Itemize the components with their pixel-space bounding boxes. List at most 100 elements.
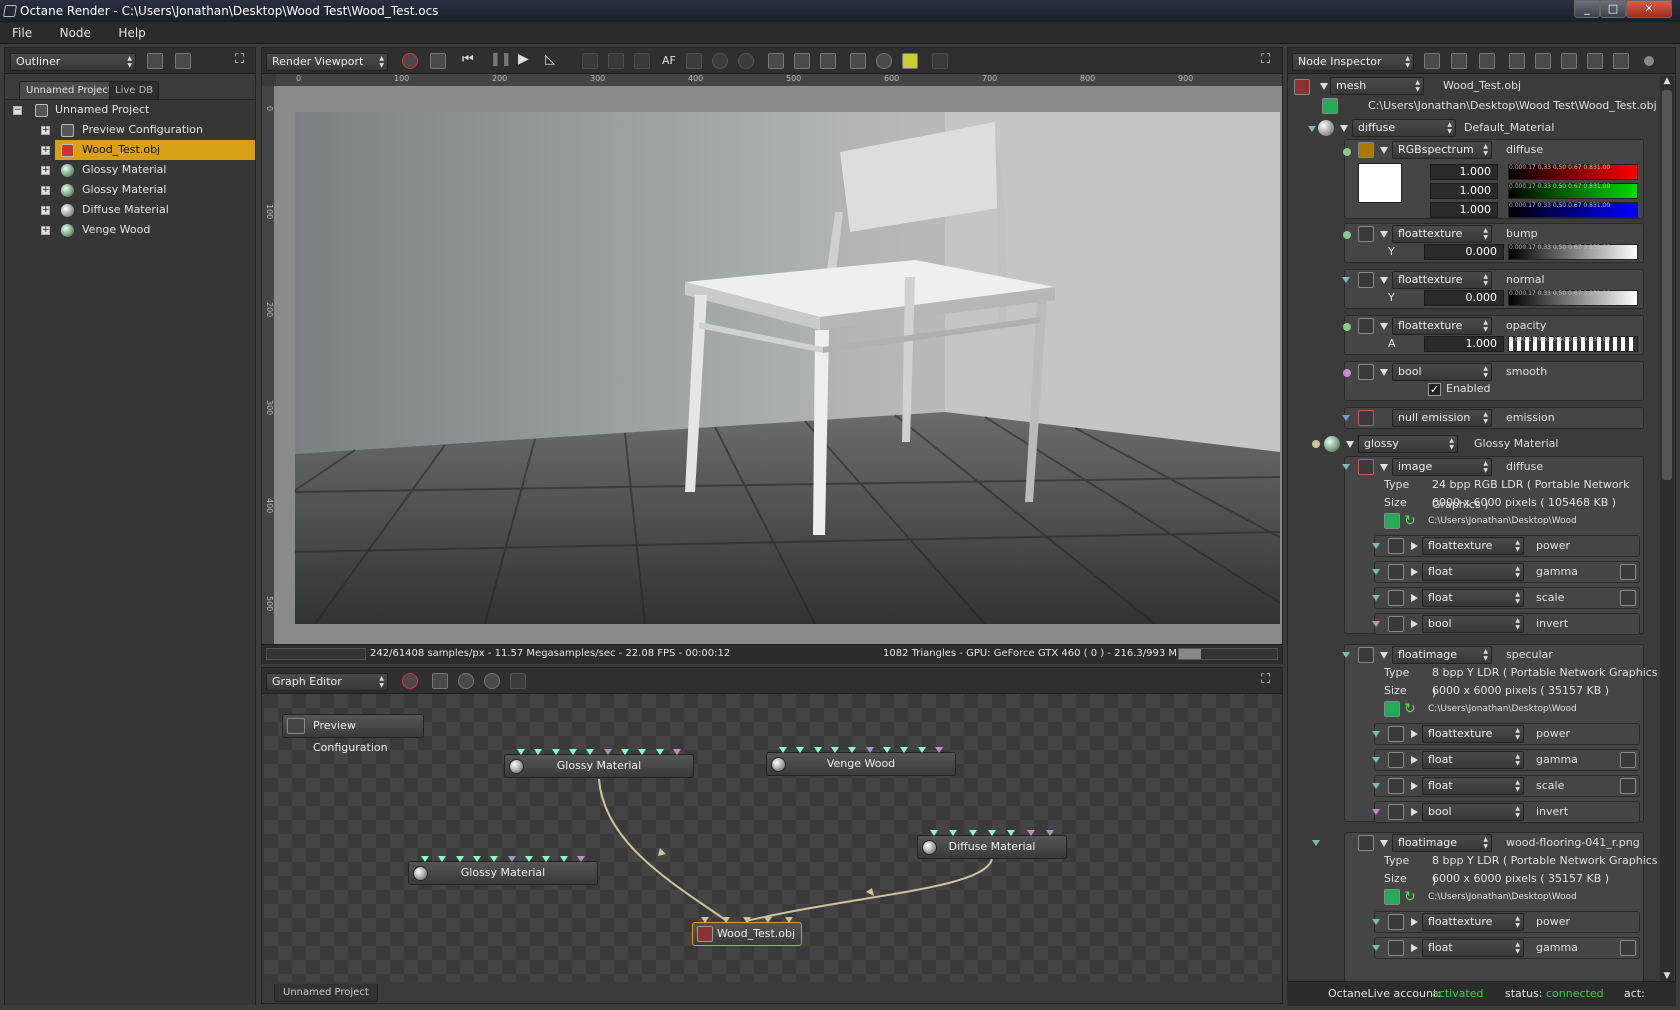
outliner-selector[interactable]: Outliner [10, 53, 136, 71]
lock-icon[interactable] [932, 53, 948, 69]
tab-live-db[interactable]: Live DB [109, 81, 160, 99]
blue-value-input[interactable]: 1.000 [1430, 202, 1498, 218]
sub-type-select[interactable]: floattexture [1422, 537, 1524, 555]
opacity-type-select[interactable]: floattexture [1392, 317, 1492, 335]
node-preview-configuration[interactable]: Preview Configuration [282, 714, 424, 754]
tree-item-venge-wood[interactable]: + Venge Wood [5, 220, 245, 240]
file-load-icon[interactable] [1322, 98, 1338, 114]
expand-arrow-icon[interactable] [1411, 568, 1418, 576]
reset-icon[interactable] [430, 53, 446, 69]
collapse-arrow-icon[interactable] [1346, 441, 1354, 448]
menu-help[interactable]: Help [106, 22, 157, 44]
refresh-icon[interactable] [175, 53, 191, 69]
node-wood-test-obj[interactable]: Wood_Test.obj [692, 917, 802, 946]
node-glossy-material-1[interactable]: Glossy Material [504, 749, 694, 778]
region-icon[interactable] [712, 53, 728, 69]
smooth-checkbox[interactable]: ✓ [1428, 383, 1441, 396]
expand-icon[interactable]: + [41, 206, 50, 215]
collapse-arrow-icon[interactable] [1380, 464, 1388, 471]
preset-icon[interactable] [1535, 53, 1551, 69]
alpha-icon[interactable] [820, 53, 836, 69]
collapse-arrow-icon[interactable] [1380, 147, 1388, 154]
tree-item-wood-test-obj[interactable]: + Wood_Test.obj [41, 140, 255, 160]
graph-editor-selector[interactable]: Graph Editor [266, 673, 388, 691]
file-load-icon[interactable] [1384, 889, 1400, 905]
sub-type-select[interactable]: floattexture [1422, 725, 1524, 743]
collapse-arrow-icon[interactable] [1340, 125, 1348, 132]
scrollbar-thumb[interactable] [1662, 90, 1672, 480]
collapse-icon[interactable] [1424, 53, 1440, 69]
graph-tab-unnamed-project[interactable]: Unnamed Project [274, 984, 378, 1002]
reload-icon[interactable]: ↻ [1404, 513, 1416, 529]
maximize-button[interactable]: □ [1600, 0, 1626, 18]
input-pins[interactable] [701, 917, 793, 923]
camera-icon[interactable] [1509, 53, 1525, 69]
curve-icon[interactable] [1620, 752, 1636, 768]
graph-canvas[interactable]: Preview Configuration Glossy Material Ve… [264, 694, 1280, 982]
rewind-icon[interactable]: ⏮ [462, 52, 474, 67]
tree-item-glossy-material[interactable]: + Glossy Material [5, 160, 245, 180]
collapse-arrow-icon[interactable] [1320, 83, 1328, 90]
menu-file[interactable]: File [0, 22, 44, 44]
expand-icon[interactable]: + [41, 146, 50, 155]
clay-icon[interactable] [738, 53, 754, 69]
expand-arrow-icon[interactable] [1411, 808, 1418, 816]
color-swatch[interactable] [1358, 163, 1402, 203]
mesh-icon[interactable] [458, 673, 474, 689]
viewport-selector[interactable]: Render Viewport [266, 53, 388, 71]
save-icon[interactable] [1479, 53, 1495, 69]
expand-arrow-icon[interactable] [1411, 730, 1418, 738]
collapse-arrow-icon[interactable] [1380, 652, 1388, 659]
normal-type-select[interactable]: floattexture [1392, 271, 1492, 289]
collapse-icon[interactable] [147, 53, 163, 69]
sub-type-select[interactable]: floattexture [1422, 913, 1524, 931]
expand-arrow-icon[interactable] [1411, 918, 1418, 926]
pin-icon[interactable] [1644, 56, 1654, 66]
expand-arrow-icon[interactable] [1411, 542, 1418, 550]
material-pick-icon[interactable] [686, 53, 702, 69]
reload-icon[interactable]: ↻ [1404, 889, 1416, 905]
image-type-select[interactable]: floatimage [1392, 834, 1492, 852]
palette-icon[interactable] [876, 53, 892, 69]
delete-icon[interactable] [510, 673, 526, 689]
af-disabled-icon[interactable] [582, 53, 598, 69]
focus-pick-icon[interactable] [634, 53, 650, 69]
expand-arrow-icon[interactable] [1411, 620, 1418, 628]
tree-item-diffuse-material[interactable]: + Diffuse Material [5, 200, 245, 220]
inspector-selector[interactable]: Node Inspector [1292, 53, 1414, 71]
tree-root[interactable]: − Unnamed Project [5, 100, 245, 120]
sub-type-select[interactable]: float [1422, 939, 1524, 957]
maximize-panel-icon[interactable]: ⛶ [235, 53, 251, 69]
sub-type-select[interactable]: float [1422, 777, 1524, 795]
sub-type-select[interactable]: float [1422, 751, 1524, 769]
expand-arrow-icon[interactable] [1411, 594, 1418, 602]
green-gradient-slider[interactable]: 0.000.17 0.33 0.50 0.67 0.831.00 [1508, 183, 1638, 199]
normal-gradient-slider[interactable]: 0.000.17 0.33 0.50 0.67 0.831.00 [1508, 290, 1638, 306]
curve-icon[interactable] [1620, 590, 1636, 606]
opacity-value-input[interactable]: 1.000 [1424, 336, 1504, 352]
bump-gradient-slider[interactable]: 0.000.17 0.33 0.50 0.67 0.831.00 [1508, 244, 1638, 260]
stop-icon[interactable] [402, 673, 418, 689]
emission-type-select[interactable]: null emission [1392, 409, 1492, 427]
measure-icon[interactable]: ◺ [545, 52, 555, 67]
image-type-select[interactable]: image [1392, 458, 1492, 476]
file-load-icon[interactable] [1384, 701, 1400, 717]
green-value-input[interactable]: 1.000 [1430, 183, 1498, 199]
pause-icon[interactable]: ❚❚ [490, 52, 512, 67]
expand-icon[interactable]: + [41, 126, 50, 135]
input-pins[interactable] [517, 749, 681, 755]
maximize-panel-icon[interactable]: ⛶ [1261, 672, 1270, 687]
node-glossy-material-2[interactable]: Glossy Material [408, 856, 598, 885]
node-diffuse-material[interactable]: Diffuse Material [917, 830, 1067, 859]
sub-type-select[interactable]: bool [1422, 615, 1524, 633]
curve-icon[interactable] [1620, 564, 1636, 580]
image-type-select[interactable]: floatimage [1392, 646, 1492, 664]
menu-node[interactable]: Node [48, 22, 103, 44]
diffuse-type-select[interactable]: diffuse [1352, 119, 1456, 137]
expand-arrow-icon[interactable] [1411, 782, 1418, 790]
checker-icon[interactable] [794, 53, 810, 69]
maximize-panel-icon[interactable]: ⛶ [1261, 52, 1270, 67]
sun-icon[interactable] [902, 53, 918, 69]
input-pins[interactable] [930, 830, 1054, 836]
scrollbar[interactable]: ▲ ▼ [1660, 76, 1674, 981]
